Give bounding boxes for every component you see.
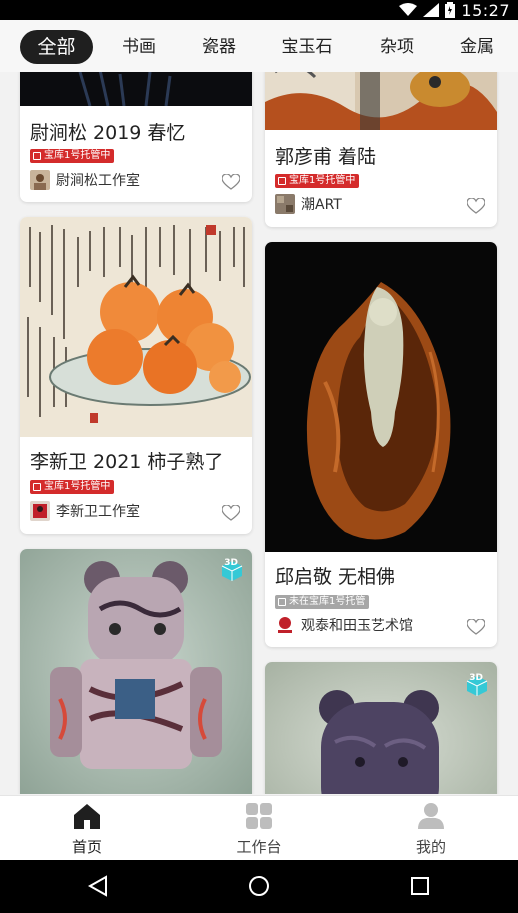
artwork-image [20, 217, 252, 437]
heart-icon[interactable] [222, 174, 240, 190]
artwork-image [265, 662, 497, 794]
custody-badge: 宝库1号托管中 [275, 174, 360, 188]
nav-workbench[interactable]: 工作台 [209, 802, 309, 856]
heart-icon[interactable] [467, 619, 485, 635]
battery-icon [445, 2, 456, 18]
heart-icon[interactable] [467, 198, 485, 214]
tab-gems[interactable]: 宝玉石 [275, 30, 339, 64]
tab-porcelain[interactable]: 瓷器 [192, 30, 246, 64]
artwork-title: 李新卫 2021 柿子熟了 [30, 451, 224, 473]
3d-label: 3D [224, 558, 238, 568]
tab-all[interactable]: 全部 [20, 30, 93, 64]
grid-icon [246, 803, 272, 829]
artwork-card[interactable]: 李新卫 2021 柿子熟了 宝库1号托管中 李新卫工作室 [20, 217, 252, 534]
back-icon[interactable] [86, 874, 110, 898]
nav-workbench-label: 工作台 [236, 838, 282, 856]
owner-row[interactable]: 尉涧松工作室 [30, 170, 140, 190]
artwork-card[interactable]: 邱启敬 无相佛 未在宝库1号托管 观泰和田玉艺术馆 [265, 242, 497, 647]
artwork-image [265, 72, 497, 130]
nav-home-label: 首页 [71, 838, 102, 856]
3d-label: 3D [469, 673, 483, 683]
artwork-image [20, 549, 252, 794]
home-icon [74, 804, 100, 829]
bottom-nav: 首页 工作台 我的 [0, 795, 518, 860]
avatar [30, 170, 50, 190]
nav-mine[interactable]: 我的 [381, 802, 481, 856]
owner-row[interactable]: 李新卫工作室 [30, 501, 140, 521]
vault-icon [278, 598, 286, 606]
owner-name: 观泰和田玉艺术馆 [301, 618, 413, 634]
artwork-card[interactable]: 3D [265, 662, 497, 794]
wifi-icon [399, 3, 418, 16]
artwork-title: 邱启敬 无相佛 [275, 566, 396, 588]
tab-metal[interactable]: 金属 [450, 30, 504, 64]
artwork-image [20, 72, 252, 106]
avatar [275, 615, 295, 635]
tab-painting[interactable]: 书画 [112, 30, 166, 64]
system-nav-bar [0, 860, 518, 913]
custody-badge: 宝库1号托管中 [30, 149, 115, 163]
custody-badge: 宝库1号托管中 [30, 480, 115, 494]
nav-mine-label: 我的 [415, 838, 446, 856]
owner-row[interactable]: 观泰和田玉艺术馆 [275, 615, 413, 635]
artwork-title: 尉涧松 2019 春忆 [30, 122, 186, 144]
person-icon [418, 803, 444, 829]
owner-name: 尉涧松工作室 [56, 173, 140, 189]
avatar [30, 501, 50, 521]
artwork-image [265, 242, 497, 552]
artwork-card[interactable]: 尉涧松 2019 春忆 宝库1号托管中 尉涧松工作室 [20, 72, 252, 202]
owner-row[interactable]: 潮ART [275, 194, 342, 214]
heart-icon[interactable] [222, 505, 240, 521]
owner-name: 李新卫工作室 [56, 504, 140, 520]
status-bar: 15:27 [0, 0, 518, 20]
avatar [275, 194, 295, 214]
vault-icon [33, 152, 41, 160]
signal-icon [423, 3, 440, 17]
vault-icon [33, 483, 41, 491]
tab-misc[interactable]: 杂项 [370, 30, 424, 64]
artwork-card[interactable]: 郭彦甫 着陆 宝库1号托管中 潮ART [265, 72, 497, 227]
circle-home-icon[interactable] [247, 874, 271, 898]
vault-icon [278, 177, 286, 185]
recents-icon[interactable] [408, 874, 432, 898]
owner-name: 潮ART [301, 197, 342, 213]
artwork-feed[interactable]: 尉涧松 2019 春忆 宝库1号托管中 尉涧松工作室 郭彦甫 着陆 宝库1号托管… [0, 72, 518, 794]
status-time: 15:27 [461, 0, 510, 20]
nav-home[interactable]: 首页 [37, 802, 137, 856]
artwork-card[interactable]: 3D [20, 549, 252, 794]
custody-badge: 未在宝库1号托管 [275, 595, 370, 609]
category-tabs: 全部 书画 瓷器 宝玉石 杂项 金属 [0, 20, 518, 72]
artwork-title: 郭彦甫 着陆 [275, 146, 377, 168]
